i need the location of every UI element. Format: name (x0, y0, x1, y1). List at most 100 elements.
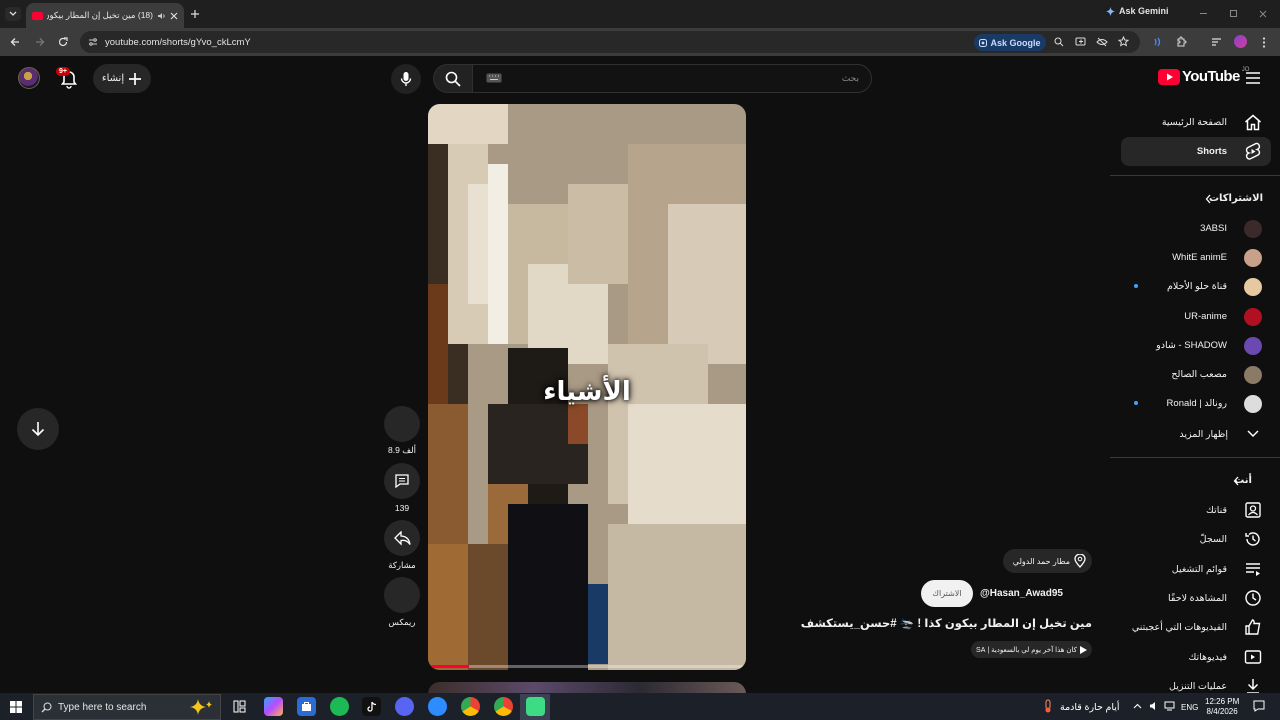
tray-overflow-icon[interactable] (1133, 703, 1142, 709)
chrome-canary-app-icon[interactable] (461, 697, 480, 716)
video-progress-bar[interactable] (428, 665, 746, 668)
sidebar-item-label: Shorts (1196, 146, 1227, 157)
show-more-label[interactable]: إظهار المزيد (1179, 429, 1228, 440)
ask-google-button[interactable]: Ask Google (974, 34, 1046, 51)
thumbs-up-icon (394, 416, 410, 432)
zoom-icon[interactable] (1054, 37, 1064, 47)
share-button[interactable] (384, 520, 420, 556)
copilot-app-icon[interactable] (264, 697, 283, 716)
close-tab-icon[interactable] (170, 12, 178, 20)
new-tab-icon[interactable] (190, 9, 200, 19)
shorts-icon (1245, 142, 1261, 160)
cast-icon[interactable] (1075, 37, 1086, 47)
sidebar-item-label: قناتك (1206, 505, 1227, 516)
clock-time: 12:26 PM (1205, 697, 1240, 706)
bookmark-star-icon[interactable] (1118, 36, 1129, 47)
shorts-video-player[interactable]: الأشياء (428, 104, 746, 670)
search-icon (41, 702, 52, 712)
notification-center-icon[interactable] (1253, 700, 1265, 712)
channel-handle[interactable]: @Hasan_Awad95 (980, 588, 1063, 599)
speaker-icon[interactable] (157, 12, 166, 20)
taskbar-search-box[interactable]: Type here to search (33, 694, 221, 720)
remix-button[interactable] (384, 577, 420, 613)
next-short-button[interactable] (17, 408, 59, 450)
restore-icon[interactable] (1230, 10, 1237, 17)
voice-search-button[interactable] (391, 64, 421, 94)
input-language[interactable]: ENG (1181, 703, 1198, 712)
youtube-play-logo-icon (1158, 68, 1180, 85)
url-text[interactable]: youtube.com/shorts/gYvo_ckLcmY (105, 37, 251, 48)
video-title[interactable]: مين تخيل إن المطار بيكون كذا ! 🛬 #حسن_يس… (801, 616, 1092, 630)
account-avatar[interactable] (18, 67, 40, 89)
video-progress-fill (428, 665, 470, 668)
network-icon[interactable] (1164, 701, 1175, 711)
weather-widget[interactable]: أيام حارة قادمة (1060, 702, 1120, 713)
search-button[interactable] (433, 64, 473, 93)
watch-later-icon (1245, 590, 1261, 606)
subscription-name: 3ABSI (1200, 223, 1227, 234)
comments-button[interactable] (384, 463, 420, 499)
location-chip[interactable]: مطار حمد الدولي (1002, 549, 1092, 573)
subscribe-button[interactable]: الاشتراك (921, 580, 973, 607)
playlists-icon (1246, 562, 1260, 576)
like-button[interactable] (384, 406, 420, 442)
chevron-down-icon[interactable] (1247, 430, 1259, 438)
subscription-name: WhitE animE (1172, 252, 1227, 264)
keyboard-icon[interactable] (486, 73, 502, 83)
windows-start-icon[interactable] (10, 701, 22, 713)
subscription-name: قناة حلو الأحلام (1167, 281, 1227, 293)
subscription-name: رونالد | Ronald (1166, 398, 1227, 410)
volume-icon[interactable] (1149, 701, 1160, 711)
thermometer-icon (1045, 699, 1051, 713)
back-icon[interactable] (10, 37, 20, 47)
tiktok-note-icon (366, 701, 376, 712)
create-button[interactable]: إنشاء (93, 64, 151, 93)
store-app-icon[interactable] (297, 697, 316, 716)
remix-label: ريمكس (388, 617, 416, 627)
chevron-left-icon (1205, 194, 1211, 204)
ask-gemini-button[interactable]: Ask Gemini (1106, 6, 1169, 16)
minimize-icon[interactable] (1200, 13, 1207, 14)
extension-audio-icon[interactable] (1152, 37, 1162, 47)
taskbar-search-placeholder: Type here to search (58, 701, 147, 713)
reload-icon[interactable] (58, 37, 68, 47)
youtube-favicon-icon (32, 11, 43, 20)
history-icon (1245, 532, 1260, 546)
sidebar-item-label: الصفحة الرئيسية (1161, 117, 1227, 128)
audio-track-chip[interactable]: كان هذا آخر يوم لي بالسعودية | SA (971, 641, 1092, 658)
chevron-down-icon (9, 11, 17, 16)
window-close-icon[interactable] (1259, 10, 1267, 18)
search-input[interactable]: بحث (472, 64, 872, 93)
share-label: مشاركة (388, 560, 416, 570)
tab-list-button[interactable] (5, 7, 21, 21)
arrow-down-icon (31, 422, 45, 437)
taskbar-clock[interactable]: 12:26 PM 8/4/2026 (1205, 697, 1239, 717)
site-info-icon[interactable] (88, 37, 98, 47)
subscriptions-heading[interactable]: الاشتراكات (1209, 193, 1263, 204)
discord-app-icon[interactable] (395, 697, 414, 716)
spotify-app-icon[interactable] (330, 697, 349, 716)
youtube-logo[interactable]: YouTube JO (1158, 67, 1249, 85)
location-text: مطار حمد الدولي (1012, 556, 1070, 566)
photos-app-icon[interactable] (428, 697, 447, 716)
hide-eye-icon[interactable] (1096, 37, 1108, 47)
forward-icon[interactable] (35, 37, 45, 47)
profile-avatar[interactable] (1234, 35, 1247, 48)
sidebar-item-label: عمليات التنزيل (1169, 680, 1227, 692)
ask-google-label: Ask Google (990, 37, 1041, 48)
home-icon (1245, 114, 1261, 131)
plus-icon (129, 72, 142, 85)
chrome-app-icon[interactable] (494, 697, 513, 716)
browser-menu-icon[interactable] (1262, 37, 1266, 48)
hamburger-menu-icon[interactable] (1246, 72, 1260, 84)
ask-gemini-label: Ask Gemini (1119, 6, 1169, 16)
browser-tab-bar: (18) مين تخيل إن المطار بيكون Ask Gemini (0, 0, 1280, 28)
gemini-icon (1106, 6, 1115, 16)
android-studio-app-icon[interactable] (526, 697, 545, 716)
reading-list-icon[interactable] (1211, 37, 1222, 47)
browser-tab[interactable]: (18) مين تخيل إن المطار بيكون (26, 3, 184, 28)
tiktok-app-icon[interactable] (362, 697, 381, 716)
extensions-icon[interactable] (1176, 36, 1187, 47)
sidebar-item-label: السجلّ (1199, 534, 1227, 546)
task-view-icon[interactable] (233, 700, 246, 713)
